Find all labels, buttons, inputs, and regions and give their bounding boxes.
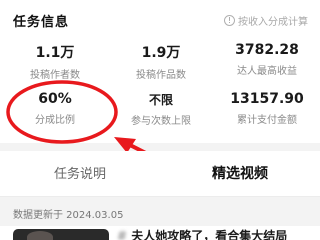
stat-label: 分成比例 bbox=[35, 115, 75, 126]
video-title-hashtag: # bbox=[117, 229, 128, 240]
video-title-text: 夫人她攻略了，看合集大结局 bbox=[131, 229, 288, 240]
stat-value: 3782.28 bbox=[235, 42, 299, 58]
hint-text: 按收入分成计算 bbox=[238, 17, 308, 28]
stat-value: 60% bbox=[38, 91, 72, 107]
stat-participation-limit: 不限 参与次数上限 bbox=[108, 91, 214, 127]
stat-max-earnings: 3782.28 达人最高收益 bbox=[214, 42, 320, 77]
stat-label: 投稿作者数 bbox=[30, 70, 80, 81]
stat-label: 累计支付金额 bbox=[237, 115, 297, 126]
video-thumbnail[interactable] bbox=[13, 229, 109, 240]
tab-task-description[interactable]: 任务说明 bbox=[54, 163, 106, 182]
stat-share-ratio: 60% 分成比例 bbox=[2, 91, 108, 126]
stat-label: 投稿作品数 bbox=[136, 70, 186, 81]
stat-value: 1.9万 bbox=[141, 45, 181, 61]
stat-value: 1.1万 bbox=[35, 45, 75, 61]
task-info-card: 任务信息 ! 按收入分成计算 1.1万 投稿作者数 1.9万 投稿作品数 378… bbox=[0, 0, 320, 143]
video-title[interactable]: # 夫人她攻略了，看合集大结局 bbox=[117, 227, 287, 240]
revenue-hint[interactable]: ! 按收入分成计算 bbox=[224, 13, 308, 28]
stat-value: 13157.90 bbox=[230, 91, 304, 107]
stat-author-count: 1.1万 投稿作者数 bbox=[2, 42, 108, 81]
stat-label: 达人最高收益 bbox=[237, 66, 297, 77]
stat-works-count: 1.9万 投稿作品数 bbox=[108, 42, 214, 81]
section-title: 任务信息 bbox=[13, 15, 70, 30]
tab-bar: 任务说明 精选视频 bbox=[0, 151, 320, 197]
stat-value: 不限 bbox=[148, 93, 173, 107]
info-circle-icon: ! bbox=[224, 15, 235, 26]
stat-total-paid: 13157.90 累计支付金额 bbox=[214, 91, 320, 126]
tab-featured-videos[interactable]: 精选视频 bbox=[212, 163, 268, 183]
stat-label: 参与次数上限 bbox=[131, 116, 191, 127]
data-update-time: 数据更新于 2024.03.05 bbox=[13, 210, 124, 221]
